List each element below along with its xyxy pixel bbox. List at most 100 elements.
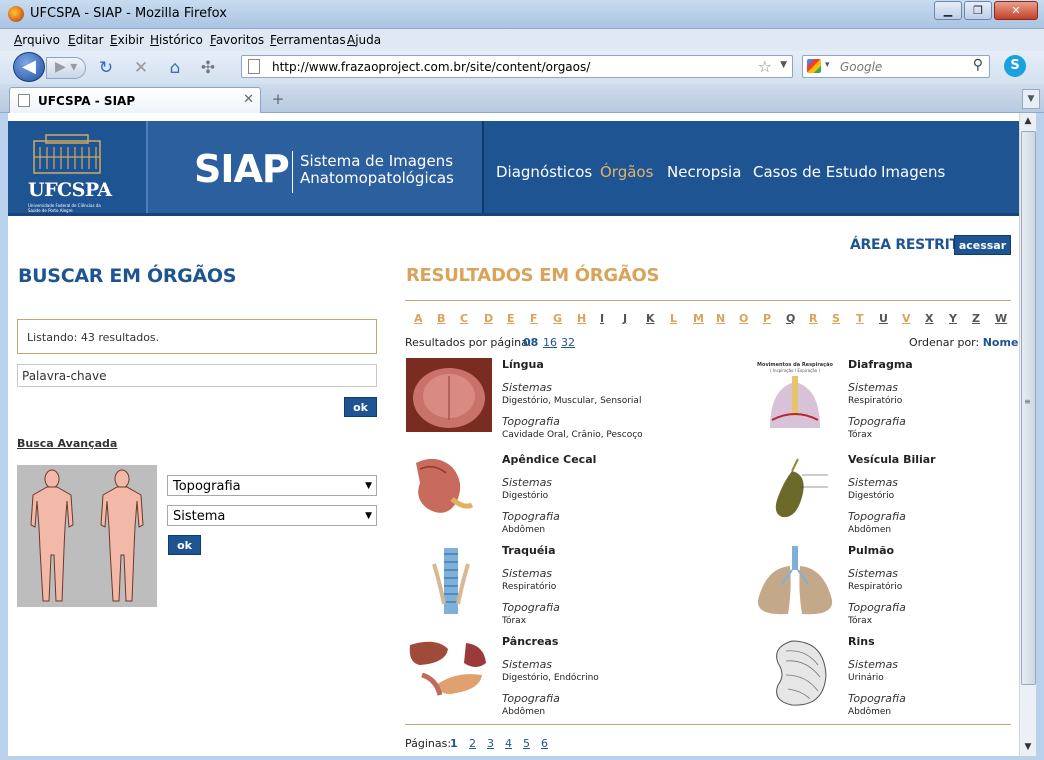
- page-1[interactable]: 1: [450, 737, 458, 750]
- alpha-letter-y[interactable]: Y: [949, 312, 957, 325]
- order-value[interactable]: Nome: [983, 336, 1019, 349]
- alpha-letter-u[interactable]: U: [879, 312, 888, 325]
- per-page-32[interactable]: 32: [561, 336, 575, 349]
- alpha-letter-i[interactable]: I: [600, 312, 604, 325]
- alpha-letter-h[interactable]: H: [577, 312, 586, 325]
- topografia-select[interactable]: Topografia ▼: [167, 475, 377, 496]
- item-name[interactable]: Pulmão: [848, 544, 894, 557]
- sistema-select[interactable]: Sistema ▼: [167, 505, 377, 526]
- result-item-rins[interactable]: Rins Sistemas Urinário Topografia Abdôme…: [752, 635, 1019, 723]
- result-item-traqueia[interactable]: Traquéia Sistemas Respiratório Topografi…: [406, 544, 696, 632]
- alpha-letter-n[interactable]: N: [716, 312, 725, 325]
- alpha-letter-b[interactable]: B: [437, 312, 445, 325]
- alpha-letter-k[interactable]: K: [646, 312, 655, 325]
- search-engine-dropdown-icon[interactable]: ▾: [825, 60, 830, 70]
- menu-favoritos[interactable]: Favoritos: [210, 33, 264, 47]
- item-name[interactable]: Apêndice Cecal: [502, 453, 596, 466]
- bookmark-star-icon[interactable]: ☆: [758, 57, 772, 76]
- siap-brand-panel[interactable]: SIAP Sistema de Imagens Anatomopatológic…: [146, 121, 484, 216]
- close-window-button[interactable]: ✕: [994, 1, 1038, 20]
- back-icon[interactable]: ◀: [13, 52, 45, 82]
- vesicula-thumbnail[interactable]: [752, 453, 838, 527]
- forward-icon[interactable]: ▶ ▾: [46, 57, 86, 79]
- alpha-letter-d[interactable]: D: [484, 312, 493, 325]
- menu-exibir[interactable]: Exibir: [110, 33, 144, 47]
- body-search-ok-button[interactable]: ok: [168, 535, 201, 555]
- alpha-letter-t[interactable]: T: [856, 312, 864, 325]
- alpha-letter-w[interactable]: W: [995, 312, 1007, 325]
- result-item-pancreas[interactable]: Pâncreas Sistemas Digestório, Endócrino …: [406, 635, 696, 723]
- item-name[interactable]: Traquéia: [502, 544, 556, 557]
- search-bar[interactable]: ▾ Google ⚲: [802, 55, 990, 78]
- page-3[interactable]: 3: [487, 737, 494, 750]
- alpha-letter-a[interactable]: A: [414, 312, 423, 325]
- pulmao-thumbnail[interactable]: [752, 544, 838, 618]
- body-map-image[interactable]: [17, 465, 157, 607]
- result-item-vesicula-biliar[interactable]: Vesícula Biliar Sistemas Digestório Topo…: [752, 453, 1019, 541]
- url-dropdown-icon[interactable]: ▼: [780, 60, 787, 70]
- alpha-letter-m[interactable]: M: [693, 312, 704, 325]
- page-5[interactable]: 5: [523, 737, 530, 750]
- alpha-letter-s[interactable]: S: [832, 312, 840, 325]
- vertical-scrollbar[interactable]: ▲ ≡ ▼: [1019, 113, 1036, 756]
- result-item-diafragma[interactable]: Movimentos da Respiração ( Inspiração / …: [752, 358, 1019, 446]
- addon-icon[interactable]: ✣: [197, 57, 219, 79]
- advanced-search-link[interactable]: Busca Avançada: [17, 437, 117, 450]
- tab-ufcspa-siap[interactable]: UFCSPA - SIAP ✕: [9, 87, 261, 113]
- alpha-letter-o[interactable]: O: [739, 312, 748, 325]
- alpha-letter-r[interactable]: R: [809, 312, 817, 325]
- scroll-down-icon[interactable]: ▼: [1020, 739, 1036, 756]
- item-name[interactable]: Rins: [848, 635, 875, 648]
- alpha-letter-j[interactable]: J: [623, 312, 627, 325]
- lingua-thumbnail[interactable]: [406, 358, 492, 432]
- result-item-lingua[interactable]: Língua Sistemas Digestório, Muscular, Se…: [406, 358, 696, 446]
- alpha-letter-z[interactable]: Z: [972, 312, 980, 325]
- menu-editar[interactable]: Editar: [68, 33, 104, 47]
- item-name[interactable]: Diafragma: [848, 358, 913, 371]
- pancreas-thumbnail[interactable]: [406, 635, 492, 709]
- apendice-thumbnail[interactable]: [406, 453, 492, 527]
- new-tab-button[interactable]: +: [266, 88, 290, 112]
- traqueia-thumbnail[interactable]: [406, 544, 492, 618]
- menu-ferramentas[interactable]: Ferramentas: [270, 33, 346, 47]
- item-name[interactable]: Pâncreas: [502, 635, 558, 648]
- maximize-button[interactable]: ❐: [964, 1, 992, 20]
- page-2[interactable]: 2: [469, 737, 476, 750]
- skype-icon[interactable]: S: [1004, 55, 1026, 77]
- tab-close-icon[interactable]: ✕: [243, 92, 254, 107]
- rins-thumbnail[interactable]: [752, 635, 838, 709]
- nav-casos-de-estudo[interactable]: Casos de Estudo: [753, 163, 877, 181]
- alpha-letter-p[interactable]: P: [763, 312, 771, 325]
- scrollbar-thumb[interactable]: [1021, 131, 1036, 685]
- nav-diagnosticos[interactable]: Diagnósticos: [496, 163, 592, 181]
- menu-historico[interactable]: Histórico: [150, 33, 203, 47]
- url-bar[interactable]: http://www.frazaoproject.com.br/site/con…: [241, 55, 793, 78]
- google-icon[interactable]: [807, 59, 821, 73]
- page-4[interactable]: 4: [505, 737, 512, 750]
- tab-list-dropdown-icon[interactable]: ▼: [1022, 89, 1040, 109]
- search-icon[interactable]: ⚲: [973, 57, 983, 73]
- alpha-letter-l[interactable]: L: [670, 312, 677, 325]
- minimize-button[interactable]: ▁: [934, 1, 962, 20]
- per-page-16[interactable]: 16: [543, 336, 557, 349]
- item-name[interactable]: Vesícula Biliar: [848, 453, 936, 466]
- nav-necropsia[interactable]: Necropsia: [667, 163, 741, 181]
- acessar-button[interactable]: acessar: [954, 235, 1011, 255]
- alpha-letter-c[interactable]: C: [460, 312, 468, 325]
- alpha-letter-v[interactable]: V: [902, 312, 911, 325]
- alpha-letter-x[interactable]: X: [925, 312, 933, 325]
- alpha-letter-e[interactable]: E: [507, 312, 515, 325]
- scroll-up-icon[interactable]: ▲: [1020, 113, 1036, 130]
- alpha-letter-g[interactable]: G: [553, 312, 562, 325]
- nav-imagens[interactable]: Imagens: [881, 163, 945, 181]
- result-item-apendice-cecal[interactable]: Apêndice Cecal Sistemas Digestório Topog…: [406, 453, 696, 541]
- ufcspa-logo[interactable]: UFCSPA Universidade Federal de Ciências …: [24, 129, 112, 213]
- alpha-letter-f[interactable]: F: [530, 312, 538, 325]
- alpha-letter-q[interactable]: Q: [786, 312, 795, 325]
- menu-arquivo[interactable]: Arquivo: [14, 33, 60, 47]
- page-6[interactable]: 6: [541, 737, 548, 750]
- item-name[interactable]: Língua: [502, 358, 544, 371]
- result-item-pulmao[interactable]: Pulmão Sistemas Respiratório Topografia …: [752, 544, 1019, 632]
- keyword-input[interactable]: [17, 364, 377, 387]
- nav-orgaos[interactable]: Órgãos: [600, 163, 653, 181]
